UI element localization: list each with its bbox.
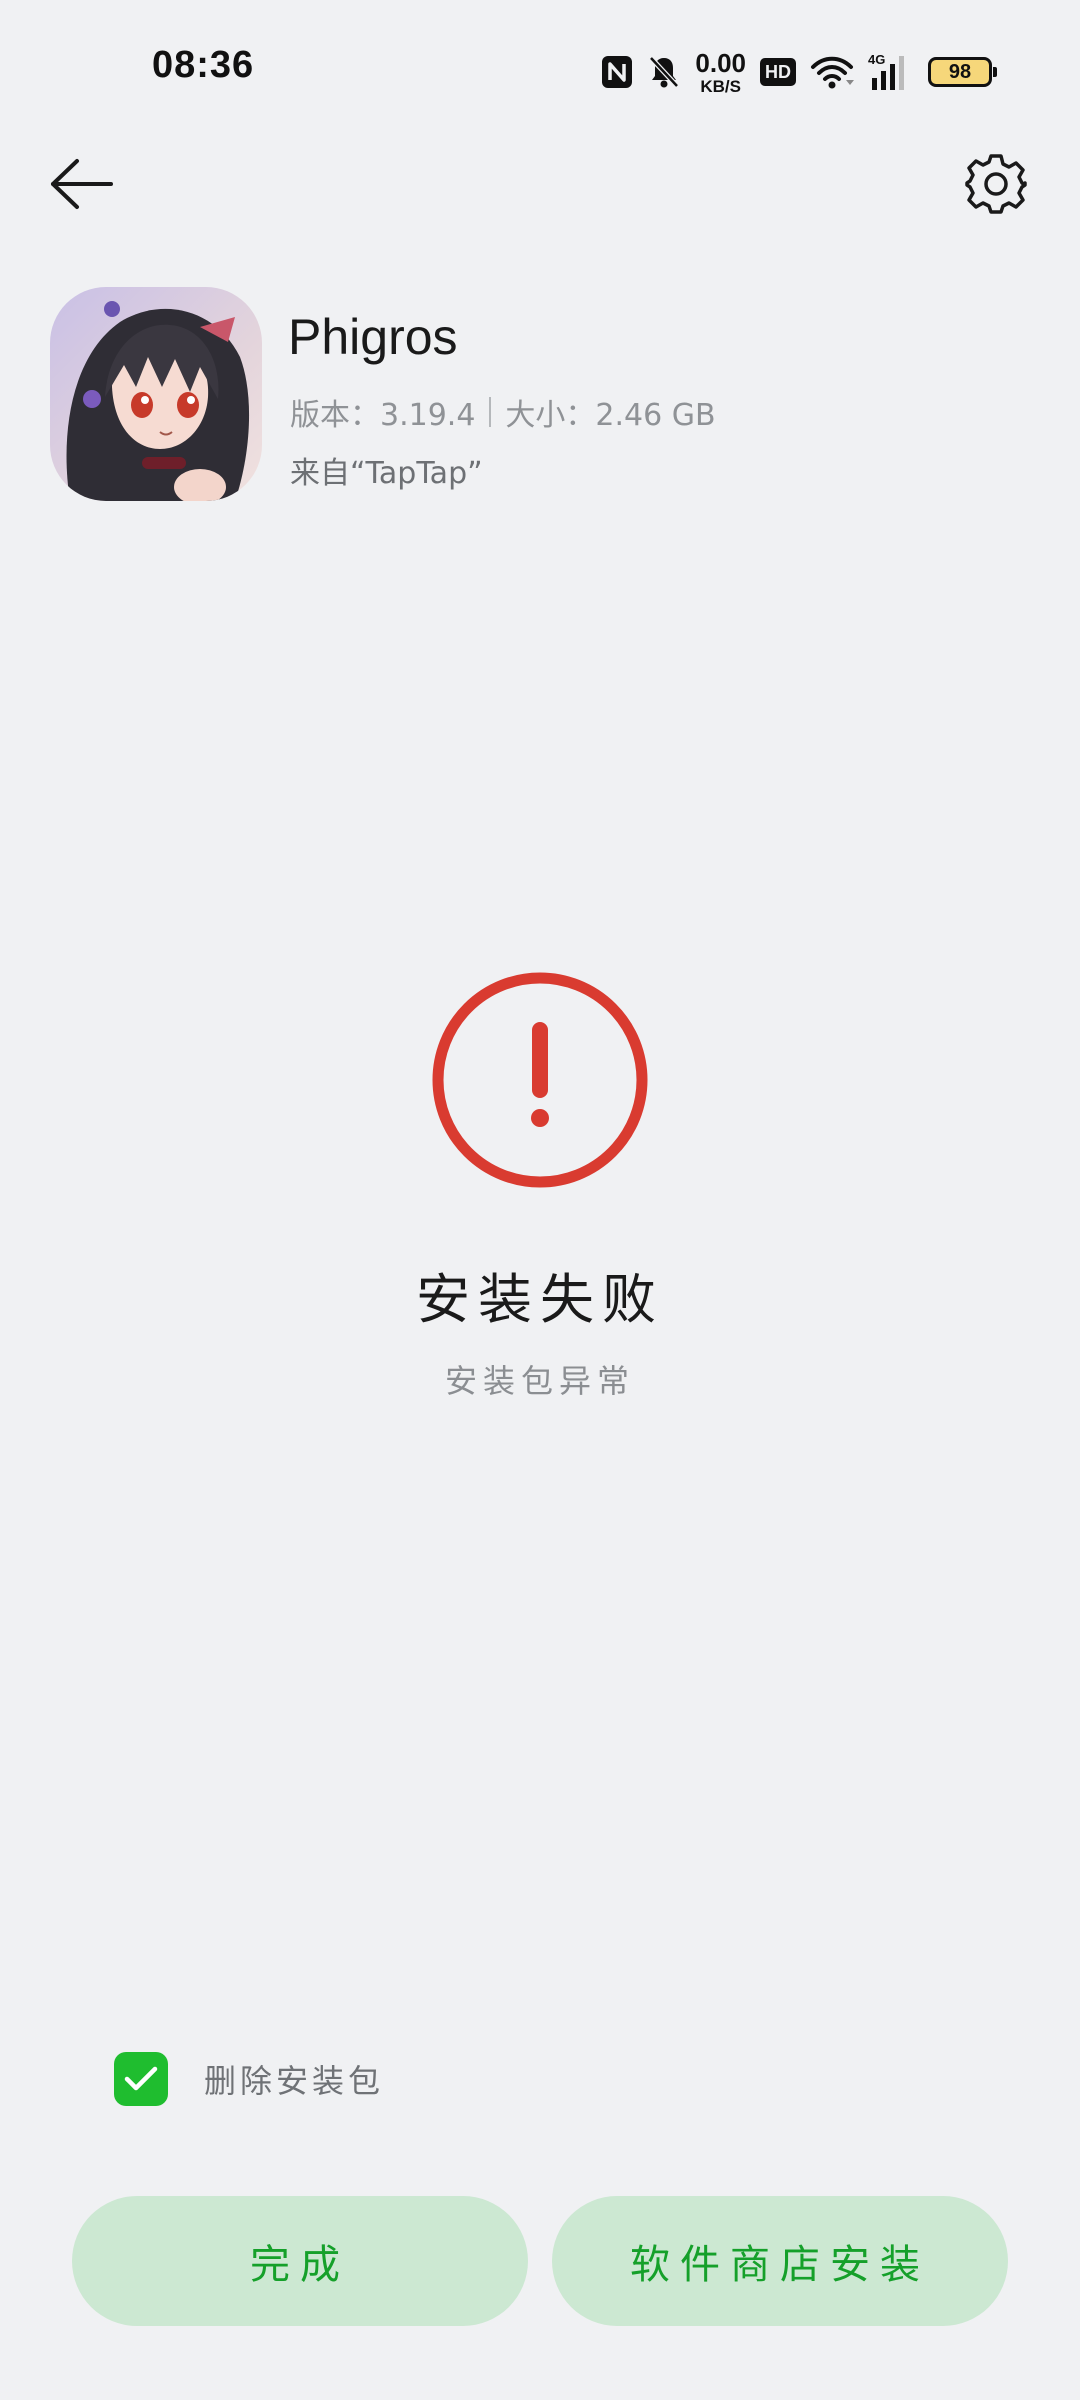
app-size: 大小：2.46 GB: [505, 398, 716, 433]
gear-icon: [965, 154, 1027, 214]
status-icons: 0.00 KB/S HD 4G 98: [601, 50, 997, 95]
status-bar: 08:36 0.00 KB/S HD 4G 98: [0, 0, 1080, 140]
wifi-icon: [810, 54, 854, 90]
done-button[interactable]: 完成: [72, 2196, 528, 2326]
settings-button[interactable]: [958, 146, 1034, 222]
checkmark-icon: [124, 2066, 158, 2091]
app-meta: 版本：3.19.4 大小：2.46 GB: [290, 390, 716, 434]
meta-divider: [489, 397, 492, 427]
net-speed-unit: KB/S: [700, 76, 741, 96]
back-button[interactable]: [44, 146, 120, 222]
battery-icon: 98: [928, 57, 997, 87]
store-install-button[interactable]: 软件商店安装: [552, 2196, 1008, 2326]
delete-package-checkbox[interactable]: [114, 2052, 168, 2106]
app-source: 来自“TapTap”: [290, 456, 483, 491]
signal-icon: 4G: [868, 52, 914, 92]
error-title: 安装失败: [416, 1268, 664, 1331]
back-arrow-icon: [51, 159, 113, 209]
error-exclamation-icon: [430, 970, 650, 1190]
net-speed: 0.00 KB/S: [695, 50, 746, 95]
mute-icon: [647, 54, 681, 90]
net-speed-value: 0.00: [695, 47, 746, 78]
network-type-label: 4G: [868, 52, 885, 67]
status-time: 08:36: [152, 44, 255, 86]
nfc-icon: [601, 55, 633, 89]
app-version: 版本：3.19.4: [290, 398, 476, 433]
delete-package-label[interactable]: 删除安装包: [204, 2056, 384, 2102]
app-name: Phigros: [288, 309, 458, 365]
error-subtitle: 安装包异常: [444, 1362, 635, 1400]
app-icon: [50, 287, 262, 501]
hd-badge: HD: [760, 58, 796, 86]
